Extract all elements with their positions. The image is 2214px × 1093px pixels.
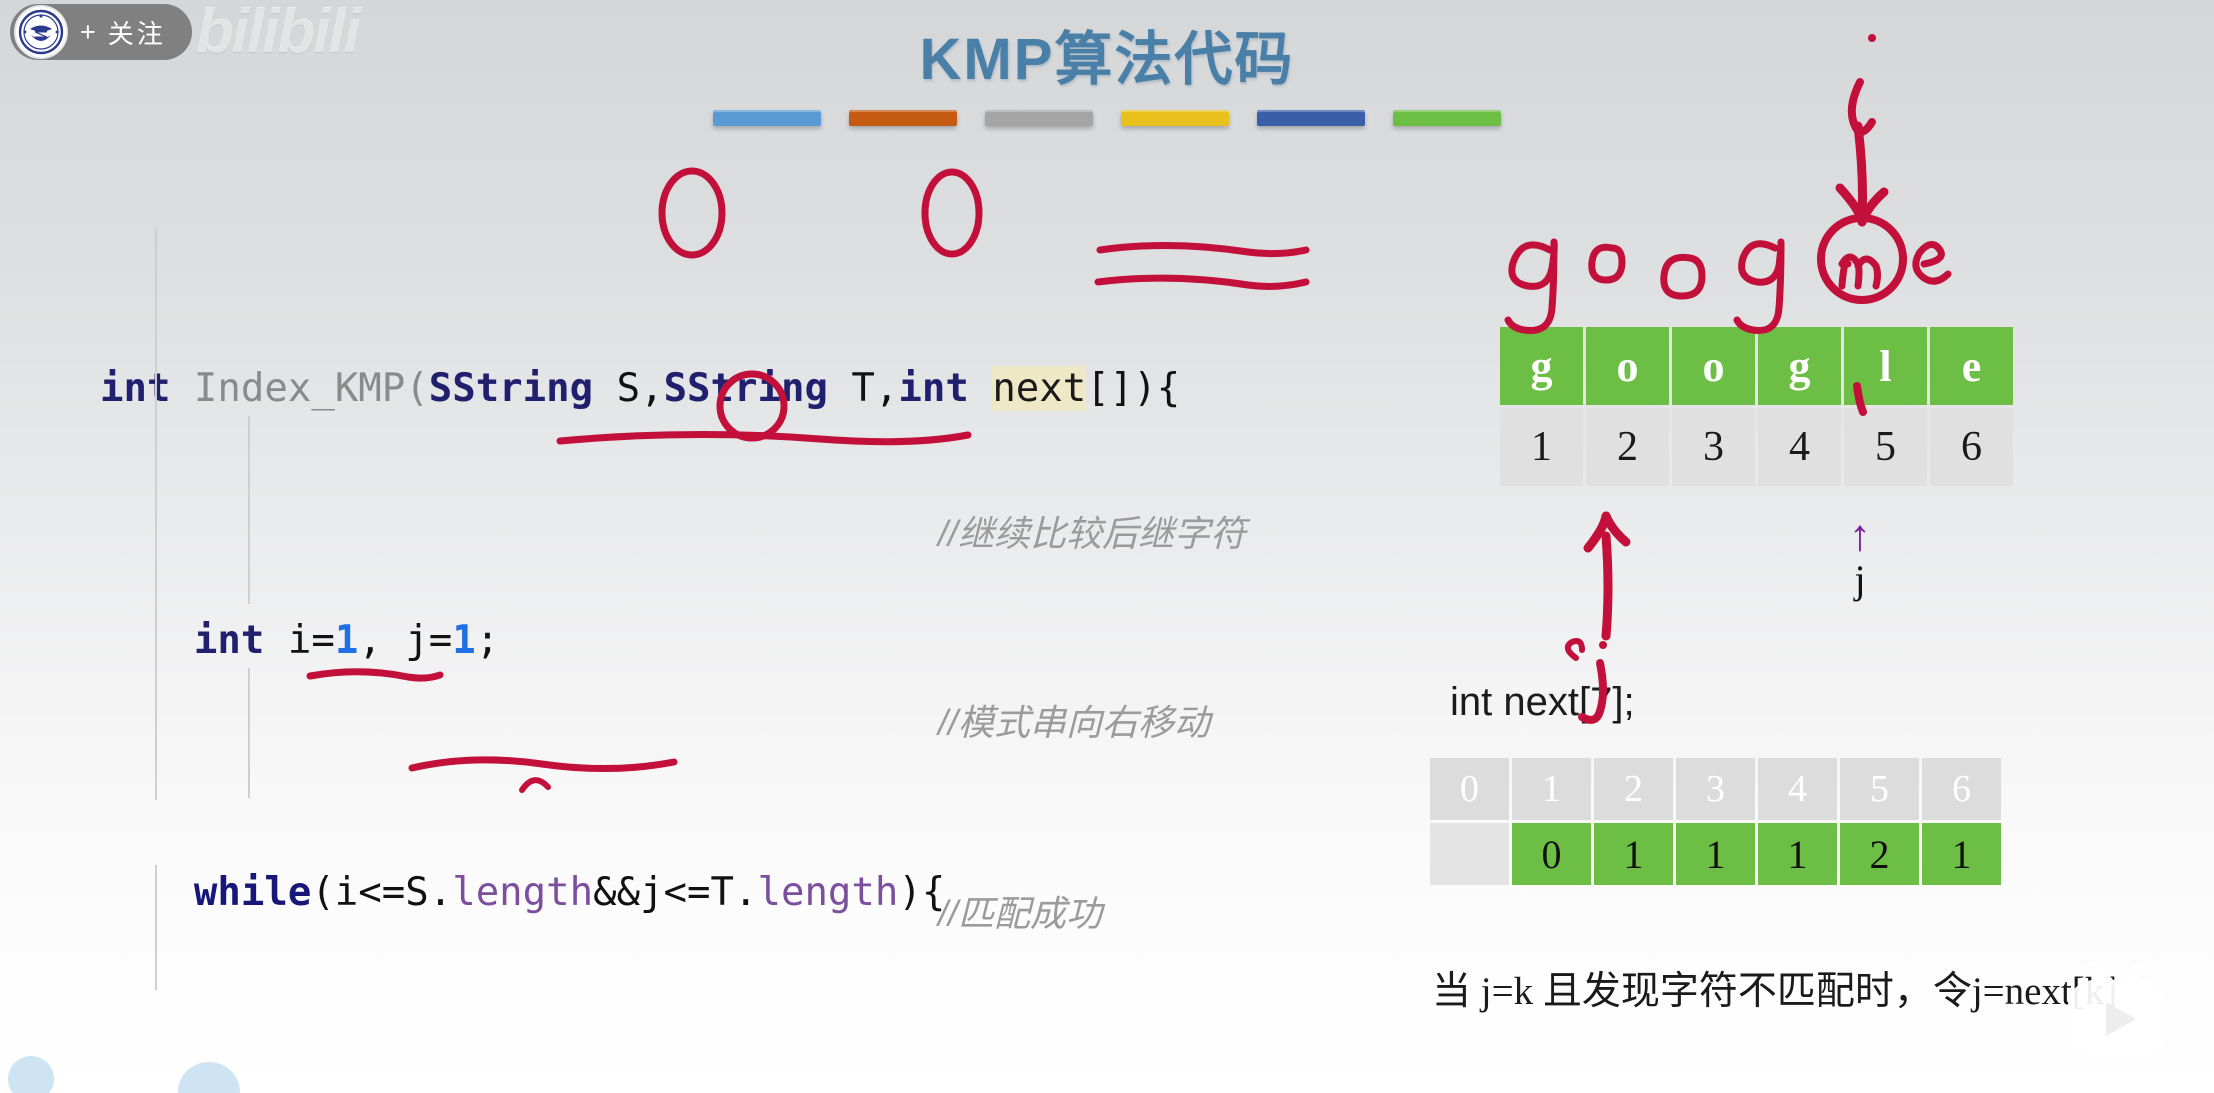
accent-bar-yellow <box>1121 110 1229 126</box>
next-header-cell: 1 <box>1512 758 1591 820</box>
next-header-cell: 2 <box>1594 758 1673 820</box>
next-value-cell: 2 <box>1840 823 1919 885</box>
string-char-cell: g <box>1500 327 1583 405</box>
next-value-row: 0 1 1 1 2 1 <box>1430 823 2004 885</box>
string-char-cell: e <box>1930 327 2013 405</box>
next-header-cell: 5 <box>1840 758 1919 820</box>
string-index-cell: 2 <box>1586 408 1669 486</box>
kw-int: int <box>100 366 171 411</box>
accent-bar-blue <box>713 110 821 126</box>
follow-button[interactable]: + 关注 <box>10 4 192 60</box>
footnote-text: 当 j=k 且发现字符不匹配时，令j=next[k] <box>1432 970 2118 1013</box>
bilibili-wordmark: bilibili <box>196 0 361 66</box>
next-array-declaration: int next[7]; <box>1450 680 1635 724</box>
code-line-2: int i=1, j=1; <box>193 618 500 663</box>
accent-bar-gray <box>985 110 1093 126</box>
next-header-cell: 4 <box>1758 758 1837 820</box>
string-char-cell: o <box>1672 327 1755 405</box>
string-index-row: 1 2 3 4 5 6 <box>1500 408 2016 486</box>
string-index-cell: 3 <box>1672 408 1755 486</box>
accent-bar-navy <box>1257 110 1365 126</box>
next-value-cell: 1 <box>1676 823 1755 885</box>
university-crest-icon <box>18 9 64 55</box>
next-header-cell: 0 <box>1430 758 1509 820</box>
next-header-cell: 6 <box>1922 758 2001 820</box>
code-line-1: int Index_KMP(SString S,SString T,int ne… <box>100 366 1181 411</box>
string-index-cell: 5 <box>1844 408 1927 486</box>
indent-guide-1 <box>155 228 157 800</box>
bilibili-watermark <box>2068 962 2166 1056</box>
pattern-string-table: g o o g l e 1 2 3 4 5 6 <box>1500 327 2016 486</box>
decorative-petal <box>8 1056 54 1093</box>
next-highlight: next <box>992 366 1087 411</box>
next-value-cell: 0 <box>1512 823 1591 885</box>
string-index-cell: 6 <box>1930 408 2013 486</box>
next-header-row: 0 1 2 3 4 5 6 <box>1430 758 2004 820</box>
next-value-cell: 1 <box>1922 823 2001 885</box>
indent-guide-2 <box>248 416 250 604</box>
next-value-cell: 1 <box>1594 823 1673 885</box>
string-char-row: g o o g l e <box>1500 327 2016 405</box>
plus-icon: + <box>80 16 96 47</box>
code-block: int Index_KMP(SString S,SString T,int ne… <box>100 168 1180 1093</box>
comment-match-success: //匹配成功 <box>938 893 1103 934</box>
follow-label: 关注 <box>107 18 166 49</box>
next-header-cell: 3 <box>1676 758 1755 820</box>
next-array-table: 0 1 2 3 4 5 6 0 1 1 1 2 1 <box>1430 758 2004 885</box>
pointer-j-marker: ↑ j <box>1840 511 1880 603</box>
comment-continue-compare: //继续比较后继字符 <box>938 513 1247 554</box>
next-value-cell: 1 <box>1758 823 1837 885</box>
indent-guide-3 <box>248 668 250 798</box>
indent-guide-4 <box>155 865 157 990</box>
comment-shift-right: //模式串向右移动 <box>938 702 1211 743</box>
next-value-cell <box>1430 823 1509 885</box>
accent-bar-orange <box>849 110 957 126</box>
string-char-cell: l <box>1844 327 1927 405</box>
arrow-up-icon: ↑ <box>1849 511 1871 560</box>
string-char-cell: g <box>1758 327 1841 405</box>
string-char-cell: o <box>1586 327 1669 405</box>
string-index-cell: 4 <box>1758 408 1841 486</box>
channel-avatar[interactable] <box>14 5 68 59</box>
slide-canvas: bilibili + 关注 KMP算法代码 int Index_KMP(SStr… <box>0 0 2214 1093</box>
pointer-j-label: j <box>1854 557 1866 602</box>
string-index-cell: 1 <box>1500 408 1583 486</box>
